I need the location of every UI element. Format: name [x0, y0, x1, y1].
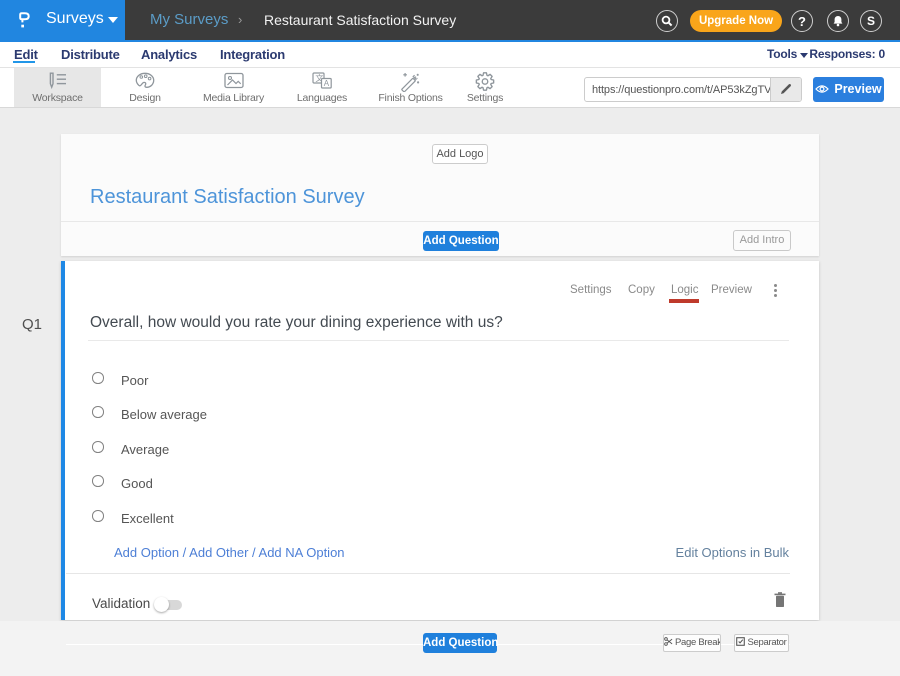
svg-text:A: A [324, 79, 330, 88]
